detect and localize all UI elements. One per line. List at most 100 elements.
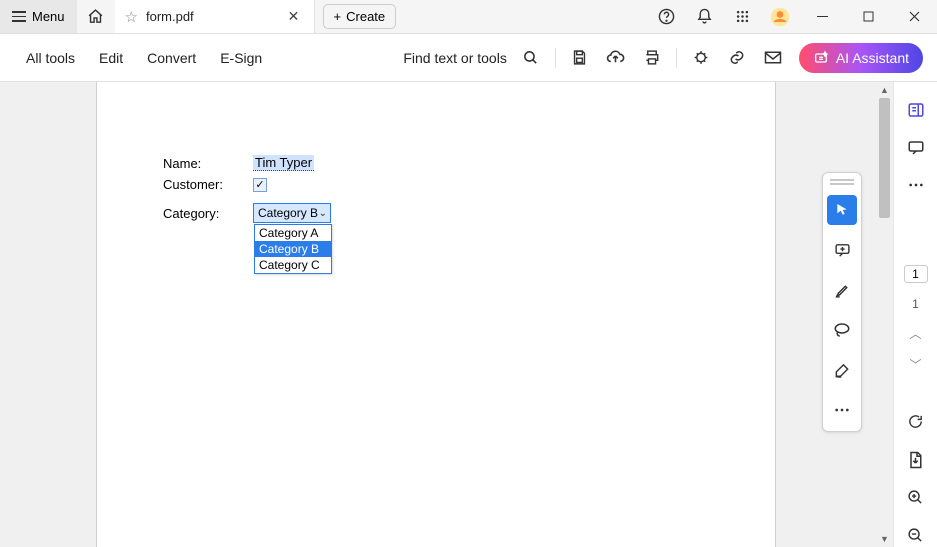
star-icon[interactable]: ☆ [125, 8, 138, 26]
menu-button[interactable]: Menu [0, 0, 77, 33]
separator [676, 48, 677, 68]
zoom-out-button[interactable] [901, 523, 931, 547]
esign-button[interactable]: E-Sign [208, 44, 274, 72]
ai-sparkle-icon [813, 50, 829, 66]
print-button[interactable] [634, 40, 670, 76]
ai-label: AI Assistant [836, 50, 909, 66]
profile-button[interactable] [761, 0, 799, 34]
page-total: 1 [912, 297, 919, 311]
share-icon [692, 49, 710, 66]
more-horizontal-icon [834, 407, 850, 413]
category-option-c[interactable]: Category C [255, 257, 331, 273]
menu-label: Menu [32, 9, 65, 24]
rotate-icon [907, 413, 924, 430]
link-icon [728, 49, 746, 66]
more-panel-button[interactable] [901, 173, 931, 197]
chat-panel-button[interactable] [901, 136, 931, 160]
cloud-upload-icon [606, 49, 625, 66]
document-tab[interactable]: ☆ form.pdf ✕ [115, 0, 315, 33]
chevron-down-icon: ⌄ [319, 208, 327, 219]
customer-checkbox[interactable]: ✓ [253, 178, 267, 192]
ai-assistant-button[interactable]: AI Assistant [799, 43, 923, 73]
zoom-out-icon [907, 527, 924, 544]
category-dropdown[interactable]: Category B ⌄ Category A Category B Categ… [253, 203, 331, 223]
print-icon [643, 49, 661, 66]
pdf-page: Name: Tim Typer Customer: ✓ Category: Ca… [96, 82, 776, 547]
name-label: Name: [163, 156, 253, 171]
signature-icon [833, 362, 851, 379]
palette-drag-handle[interactable] [830, 179, 854, 185]
maximize-button[interactable] [845, 0, 891, 34]
lasso-icon [833, 322, 851, 338]
comment-tool-button[interactable] [827, 235, 857, 265]
email-button[interactable] [755, 40, 791, 76]
tab-title: form.pdf [146, 9, 276, 24]
comment-add-icon [834, 242, 851, 259]
tab-close-button[interactable]: ✕ [284, 7, 304, 27]
search-button[interactable] [513, 40, 549, 76]
category-option-b[interactable]: Category B [255, 241, 331, 257]
highlight-tool-button[interactable] [827, 275, 857, 305]
create-button[interactable]: + Create [323, 4, 397, 29]
draw-tool-button[interactable] [827, 315, 857, 345]
more-horizontal-icon [908, 182, 924, 188]
minimize-button[interactable] [799, 0, 845, 34]
document-viewport[interactable]: Name: Tim Typer Customer: ✓ Category: Ca… [0, 82, 893, 547]
maximize-icon [863, 11, 874, 22]
category-option-a[interactable]: Category A [255, 225, 331, 241]
zoom-in-icon [907, 489, 924, 506]
customer-label: Customer: [163, 177, 253, 192]
select-tool-button[interactable] [827, 195, 857, 225]
grid-icon [735, 9, 750, 24]
edit-button[interactable]: Edit [87, 44, 135, 72]
window-close-button[interactable] [891, 0, 937, 34]
apps-button[interactable] [723, 0, 761, 34]
create-label: Create [346, 9, 385, 24]
more-tools-button[interactable] [827, 395, 857, 425]
panel-icon [907, 101, 925, 119]
chat-icon [907, 139, 925, 157]
convert-button[interactable]: Convert [135, 44, 208, 72]
save-button[interactable] [562, 40, 598, 76]
save-icon [571, 49, 588, 66]
scrollbar-thumb[interactable] [879, 98, 890, 218]
notifications-button[interactable] [685, 0, 723, 34]
close-icon [909, 11, 920, 22]
home-button[interactable] [77, 0, 115, 33]
plus-icon: + [334, 9, 342, 24]
name-field[interactable]: Tim Typer [253, 155, 314, 171]
page-icon [908, 451, 923, 469]
sign-tool-button[interactable] [827, 355, 857, 385]
cloud-upload-button[interactable] [598, 40, 634, 76]
right-panel: 1 1 ︿ ﹀ [893, 82, 937, 547]
help-icon [658, 8, 675, 25]
scroll-up-arrow[interactable]: ▲ [876, 82, 893, 98]
page-number-input[interactable]: 1 [904, 265, 928, 283]
vertical-scrollbar[interactable]: ▲ ▼ [876, 82, 893, 547]
help-button[interactable] [647, 0, 685, 34]
hamburger-icon [12, 11, 26, 22]
category-label: Category: [163, 203, 253, 221]
zoom-in-button[interactable] [901, 486, 931, 510]
page-display-button[interactable] [901, 448, 931, 472]
cursor-icon [834, 202, 850, 218]
rotate-button[interactable] [901, 410, 931, 434]
quick-tools-palette[interactable] [822, 172, 862, 432]
category-dropdown-list[interactable]: Category A Category B Category C [254, 224, 332, 274]
all-tools-button[interactable]: All tools [14, 44, 87, 72]
bell-icon [696, 8, 713, 25]
search-icon [522, 49, 539, 66]
marker-icon [834, 282, 851, 299]
profile-avatar-icon [770, 7, 790, 27]
email-icon [764, 50, 782, 65]
link-button[interactable] [719, 40, 755, 76]
scroll-down-arrow[interactable]: ▼ [876, 531, 893, 547]
minimize-icon [817, 11, 828, 22]
panel-toggle-button[interactable] [901, 98, 931, 122]
page-up-button[interactable]: ︿ [909, 325, 921, 342]
share-button[interactable] [683, 40, 719, 76]
separator [555, 48, 556, 68]
page-down-button[interactable]: ﹀ [909, 356, 921, 373]
home-icon [87, 8, 104, 25]
category-selected-value: Category B [258, 206, 318, 220]
